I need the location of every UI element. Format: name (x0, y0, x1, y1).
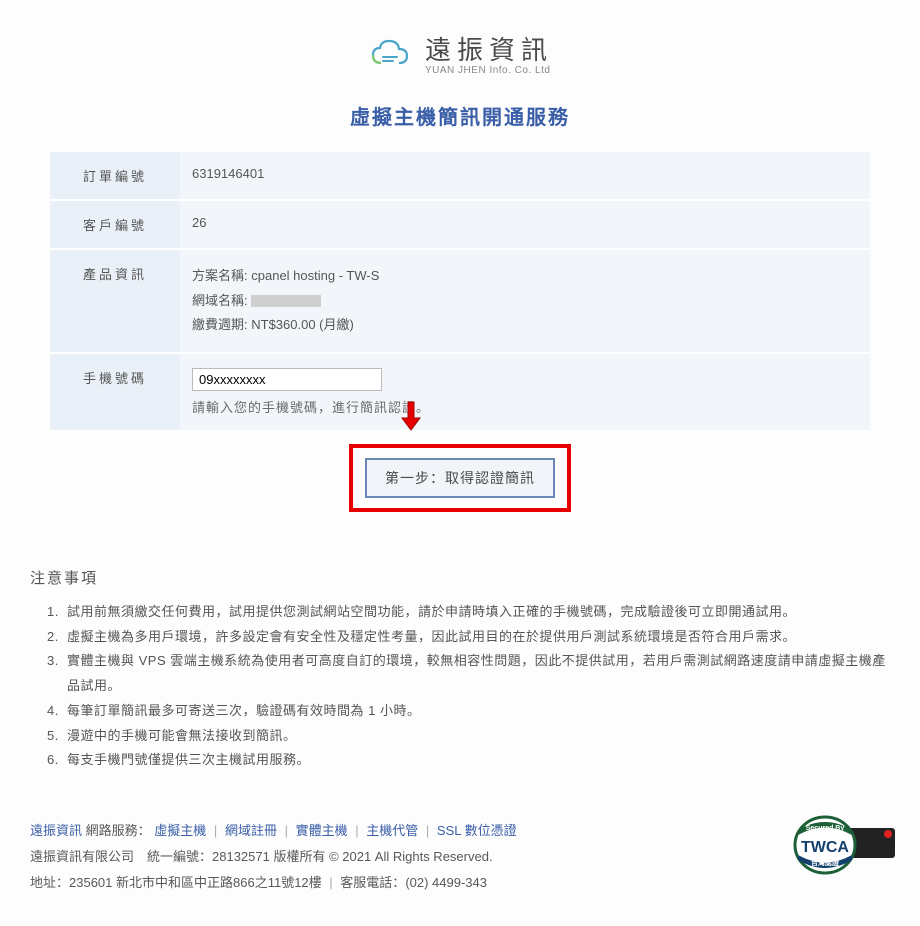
logo-text-en: YUAN JHEN Info. Co. Ltd (425, 65, 553, 76)
footer: 遠振資訊 網路服務： 虛擬主機 | 網域註冊 | 實體主機 | 主機代管 | S… (30, 818, 890, 896)
product-value: 方案名稱: cpanel hosting - TW-S 網域名稱: 繳費週期: … (180, 249, 870, 353)
customer-value: 26 (180, 200, 870, 249)
arrow-down-icon (400, 400, 422, 440)
svg-text:TWCA: TWCA (801, 839, 849, 856)
get-sms-button[interactable]: 第一步：取得認證簡訊 (365, 458, 555, 498)
footer-company-line: 遠振資訊有限公司 統一編號：28132571 版權所有 © 2021 All R… (30, 844, 890, 870)
notice-list: 試用前無須繳交任何費用，試用提供您測試網站空間功能，請於申請時填入正確的手機號碼… (63, 600, 895, 773)
row-customer: 客戶編號 26 (50, 200, 870, 249)
row-order: 訂單編號 6319146401 (50, 152, 870, 200)
order-value: 6319146401 (180, 152, 870, 200)
footer-link-vhost[interactable]: 虛擬主機 (154, 823, 206, 838)
notice-item: 每支手機門號僅提供三次主機試用服務。 (63, 748, 895, 773)
cloud-icon (367, 35, 415, 71)
notice-item: 實體主機與 VPS 雲端主機系統為使用者可高度自訂的環境，較無相容性問題，因此不… (63, 649, 895, 698)
notice-item: 每筆訂單簡訊最多可寄送三次，驗證碼有效時間為 1 小時。 (63, 699, 895, 724)
order-label: 訂單編號 (50, 152, 180, 200)
svg-text:Secured By: Secured By (806, 825, 845, 832)
row-product: 產品資訊 方案名稱: cpanel hosting - TW-S 網域名稱: 繳… (50, 249, 870, 353)
logo: 遠振資訊 YUAN JHEN Info. Co. Ltd (25, 30, 895, 76)
product-label: 產品資訊 (50, 249, 180, 353)
customer-label: 客戶編號 (50, 200, 180, 249)
footer-link-colo[interactable]: 主機代管 (366, 823, 418, 838)
phone-label: 手機號碼 (50, 353, 180, 431)
logo-text-cn: 遠振資訊 (425, 30, 553, 67)
twca-seal-icon: Secured By TWCA 台灣認證 (790, 810, 900, 889)
domain-redacted (251, 295, 321, 307)
page-title: 虛擬主機簡訊開通服務 (25, 101, 895, 130)
notice-item: 漫遊中的手機可能會無法接收到簡訊。 (63, 724, 895, 749)
footer-brand[interactable]: 遠振資訊 (30, 823, 82, 838)
notice-item: 試用前無須繳交任何費用，試用提供您測試網站空間功能，請於申請時填入正確的手機號碼… (63, 600, 895, 625)
footer-link-ssl[interactable]: SSL 數位憑證 (437, 823, 517, 838)
info-table: 訂單編號 6319146401 客戶編號 26 產品資訊 方案名稱: cpane… (50, 152, 870, 432)
phone-input[interactable] (192, 368, 382, 391)
phone-hint: 請輸入您的手機號碼，進行簡訊認證。 (192, 397, 858, 416)
svg-text:台灣認證: 台灣認證 (811, 858, 840, 867)
step1-highlight-box: 第一步：取得認證簡訊 (349, 444, 571, 512)
row-phone: 手機號碼 請輸入您的手機號碼，進行簡訊認證。 (50, 353, 870, 431)
footer-link-domain[interactable]: 網域註冊 (225, 823, 277, 838)
footer-link-dedicated[interactable]: 實體主機 (296, 823, 348, 838)
notice-heading: 注意事項 (30, 567, 895, 588)
notice-item: 虛擬主機為多用戶環境，許多設定會有安全性及穩定性考量，因此試用目的在於提供用戶測… (63, 625, 895, 650)
